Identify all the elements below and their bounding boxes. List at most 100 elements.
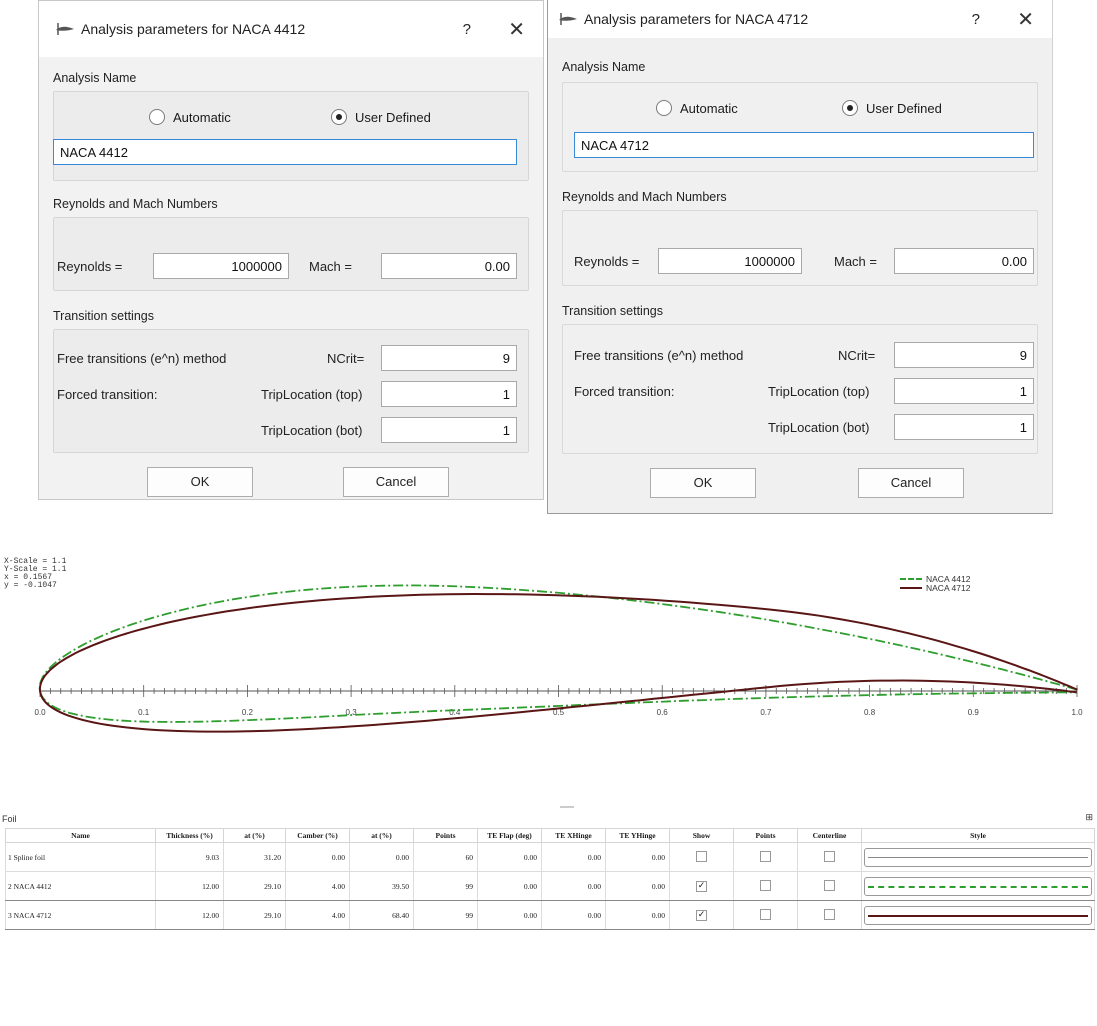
table-cell[interactable]: 4.00 [285, 900, 350, 930]
col-header[interactable]: Camber (%) [285, 828, 350, 843]
col-header[interactable]: Points [733, 828, 798, 843]
table-cell[interactable]: 2 NACA 4412 [5, 871, 156, 901]
table-cell[interactable]: 31.20 [223, 842, 286, 872]
table-cell[interactable] [797, 900, 862, 930]
ok-button[interactable]: OK [147, 467, 253, 497]
table-cell[interactable]: 4.00 [285, 871, 350, 901]
table-cell[interactable]: 0.00 [477, 900, 542, 930]
table-cell[interactable] [669, 842, 734, 872]
table-cell[interactable] [733, 900, 798, 930]
table-row[interactable]: 1 Spline foil 9.03 31.20 0.00 0.00 60 0.00 0.00… [5, 842, 1095, 872]
col-header[interactable]: Name [5, 828, 156, 843]
table-cell[interactable] [733, 842, 798, 872]
table-cell[interactable]: 9.03 [155, 842, 224, 872]
table-cell[interactable]: 0.00 [541, 871, 606, 901]
ncrit-input[interactable] [381, 345, 517, 371]
table-cell[interactable]: 0.00 [541, 900, 606, 930]
table-cell[interactable]: 0.00 [285, 842, 350, 872]
table-cell[interactable]: 0.00 [477, 871, 542, 901]
foil-plot[interactable]: 0.0 0.1 0.2 0.3 0.4 0.5 0.6 0.7 0.8 0.9 1.0 [0, 550, 1097, 740]
table-row[interactable]: 2 NACA 4412 12.00 29.10 4.00 39.50 99 0.00 0.00… [5, 871, 1095, 901]
table-cell[interactable] [861, 871, 1095, 901]
table-cell[interactable]: 0.00 [477, 842, 542, 872]
col-header[interactable]: at (%) [223, 828, 286, 843]
mach-input[interactable] [894, 248, 1034, 274]
col-header[interactable]: at (%) [349, 828, 414, 843]
help-button[interactable]: ? [463, 21, 471, 38]
mach-input[interactable] [381, 253, 517, 279]
style-swatch[interactable] [864, 876, 1092, 896]
close-icon[interactable]: ✕ [508, 17, 525, 42]
table-cell[interactable] [797, 871, 862, 901]
checkbox[interactable] [760, 850, 771, 862]
table-row[interactable]: 3 NACA 4712 12.00 29.10 4.00 68.40 99 0.00 0.00… [5, 900, 1095, 930]
table-cell[interactable]: 3 NACA 4712 [5, 900, 156, 930]
checkbox[interactable]: ✓ [696, 909, 707, 921]
style-swatch[interactable] [864, 905, 1092, 925]
table-cell[interactable]: 60 [413, 842, 478, 872]
style-swatch[interactable] [864, 847, 1092, 867]
reynolds-input[interactable] [658, 248, 802, 274]
table-cell[interactable]: 99 [413, 871, 478, 901]
radio-user-defined[interactable]: User Defined [842, 100, 942, 116]
col-header[interactable]: Centerline [797, 828, 862, 843]
checkbox[interactable] [696, 850, 707, 862]
col-header[interactable]: TE YHinge [605, 828, 670, 843]
radio-automatic-circle[interactable] [656, 100, 672, 116]
table-cell[interactable] [861, 900, 1095, 930]
table-cell[interactable]: 29.10 [223, 871, 286, 901]
ncrit-input[interactable] [894, 342, 1034, 368]
reynolds-input[interactable] [153, 253, 289, 279]
table-cell[interactable]: 0.00 [605, 900, 670, 930]
table-cell[interactable]: 1 Spline foil [5, 842, 156, 872]
table-cell[interactable]: 39.50 [349, 871, 414, 901]
table-cell[interactable]: 29.10 [223, 900, 286, 930]
col-header[interactable]: Thickness (%) [155, 828, 224, 843]
cancel-button[interactable]: Cancel [858, 468, 964, 498]
checkbox[interactable] [760, 879, 771, 891]
checkbox[interactable] [824, 850, 835, 862]
table-cell[interactable]: 0.00 [605, 871, 670, 901]
table-cell[interactable]: 12.00 [155, 900, 224, 930]
radio-user-defined[interactable]: User Defined [331, 109, 431, 125]
table-cell[interactable]: 68.40 [349, 900, 414, 930]
radio-automatic[interactable]: Automatic [149, 109, 231, 125]
close-icon[interactable]: ✕ [1017, 7, 1034, 32]
table-cell[interactable]: ✓ [669, 871, 734, 901]
dialog-titlebar[interactable]: Analysis parameters for NACA 4712 ? ✕ [548, 0, 1052, 38]
table-cell[interactable]: 99 [413, 900, 478, 930]
col-header[interactable]: Points [413, 828, 478, 843]
foil-outline-naca-4412[interactable] [38, 584, 1078, 723]
col-header[interactable]: Style [861, 828, 1095, 843]
table-cell[interactable]: 0.00 [605, 842, 670, 872]
cancel-button[interactable]: Cancel [343, 467, 449, 497]
help-button[interactable]: ? [972, 11, 980, 28]
trip-bot-input[interactable] [381, 417, 517, 443]
table-cell[interactable]: 0.00 [349, 842, 414, 872]
trip-top-input[interactable] [381, 381, 517, 407]
dialog-titlebar[interactable]: Analysis parameters for NACA 4412 ? ✕ [39, 1, 543, 57]
table-cell[interactable]: ✓ [669, 900, 734, 930]
col-header[interactable]: TE XHinge [541, 828, 606, 843]
checkbox[interactable] [760, 908, 771, 920]
radio-user-defined-circle[interactable] [842, 100, 858, 116]
table-cell[interactable] [733, 871, 798, 901]
table-cell[interactable] [861, 842, 1095, 872]
checkbox[interactable] [824, 908, 835, 920]
trip-bot-input[interactable] [894, 414, 1034, 440]
table-menu-icon[interactable]: ⊞ [1085, 812, 1093, 823]
analysis-name-input[interactable] [53, 139, 517, 165]
col-header[interactable]: TE Flap (deg) [477, 828, 542, 843]
checkbox[interactable] [824, 879, 835, 891]
ok-button[interactable]: OK [650, 468, 756, 498]
trip-top-input[interactable] [894, 378, 1034, 404]
radio-automatic[interactable]: Automatic [656, 100, 738, 116]
splitter-handle[interactable] [560, 806, 574, 808]
table-cell[interactable]: 12.00 [155, 871, 224, 901]
checkbox[interactable]: ✓ [696, 880, 707, 892]
col-header[interactable]: Show [669, 828, 734, 843]
radio-automatic-circle[interactable] [149, 109, 165, 125]
radio-user-defined-circle[interactable] [331, 109, 347, 125]
analysis-name-input[interactable] [574, 132, 1034, 158]
table-cell[interactable] [797, 842, 862, 872]
